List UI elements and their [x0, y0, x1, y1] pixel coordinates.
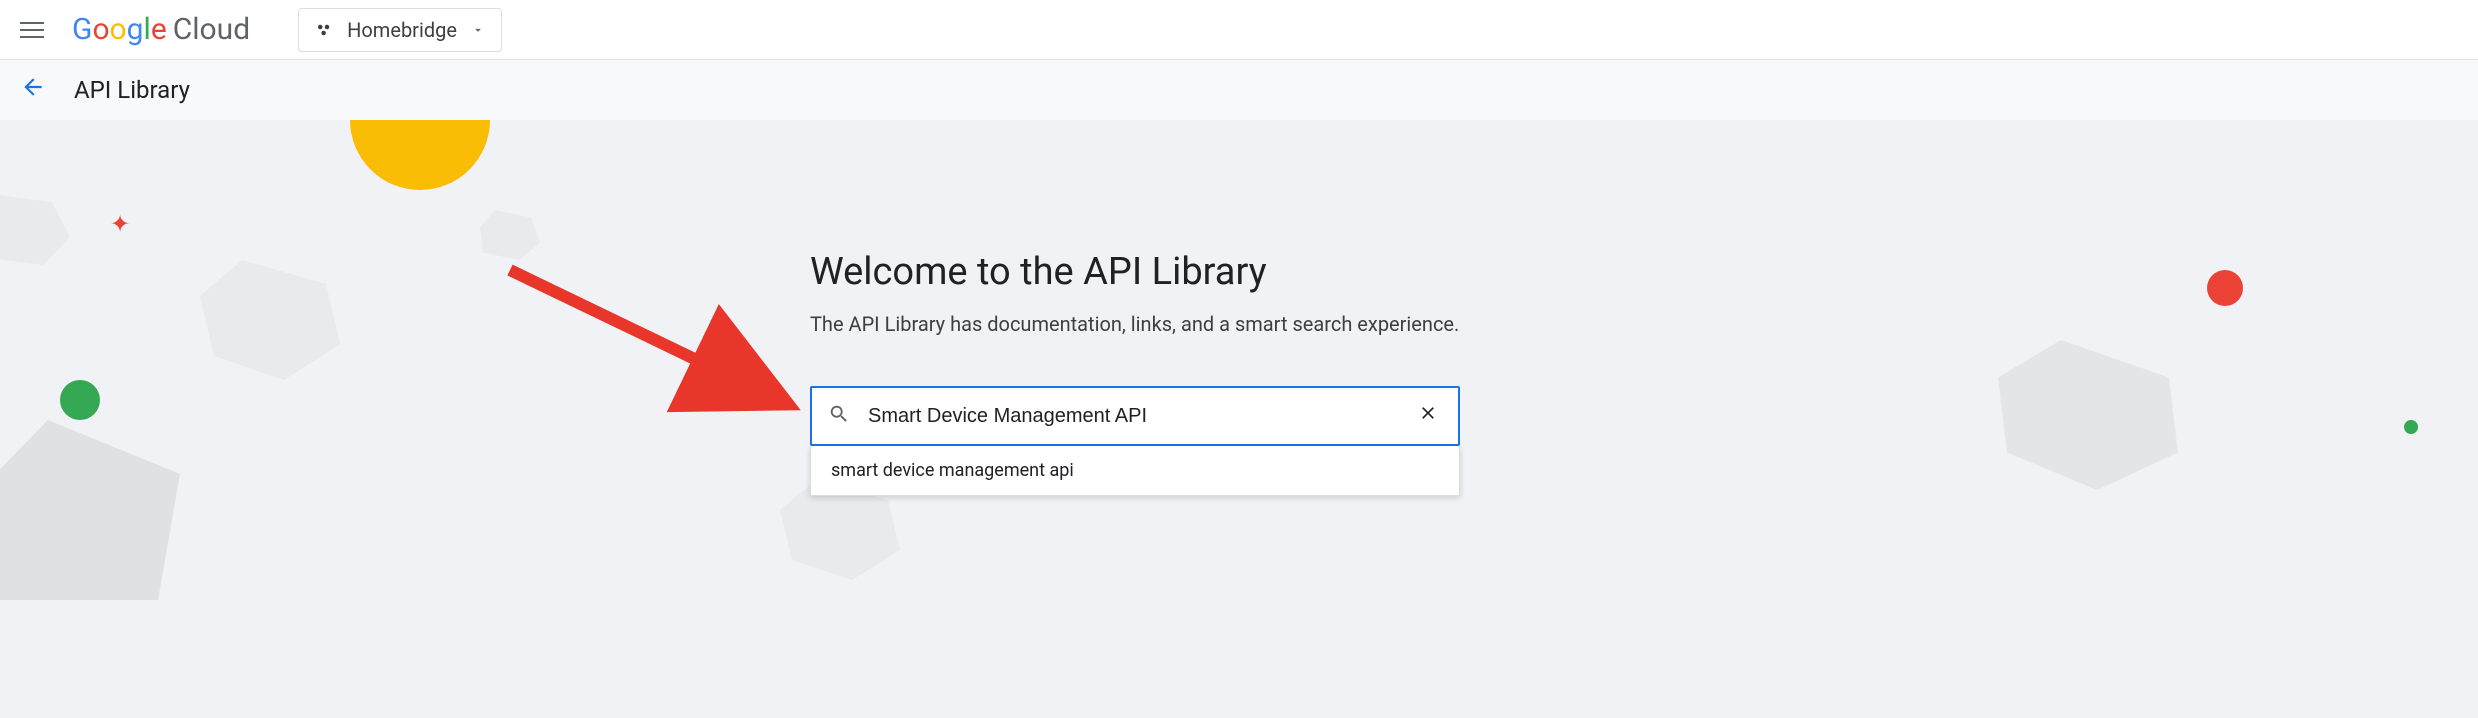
annotation-arrow — [480, 240, 820, 440]
decorative-star: ✦ — [110, 210, 130, 238]
decorative-shape — [480, 210, 540, 260]
search-container: smart device management api — [810, 386, 1460, 496]
search-box[interactable] — [810, 386, 1460, 446]
decorative-circle — [2404, 420, 2418, 434]
back-arrow-icon[interactable] — [20, 74, 46, 107]
google-cloud-logo[interactable]: GoogleCloud — [72, 12, 250, 47]
decorative-circle — [60, 380, 100, 420]
page-title: API Library — [74, 76, 190, 104]
project-selector[interactable]: Homebridge — [298, 8, 502, 52]
top-header: GoogleCloud Homebridge — [0, 0, 2478, 60]
decorative-shape — [200, 260, 340, 380]
hero-content: Welcome to the API Library The API Libra… — [810, 250, 1460, 496]
chevron-down-icon — [471, 23, 485, 37]
project-name: Homebridge — [347, 18, 457, 42]
search-suggestions: smart device management api — [810, 446, 1460, 496]
page-subheader: API Library — [0, 60, 2478, 120]
welcome-subtitle: The API Library has documentation, links… — [810, 312, 1460, 336]
decorative-shape — [1998, 340, 2178, 490]
suggestion-item[interactable]: smart device management api — [811, 446, 1459, 495]
decorative-circle — [350, 120, 490, 190]
decorative-shape — [0, 195, 70, 265]
search-input[interactable] — [868, 405, 1414, 428]
decorative-shape — [0, 420, 180, 600]
welcome-title: Welcome to the API Library — [810, 250, 1460, 294]
project-icon — [315, 21, 333, 39]
clear-search-icon[interactable] — [1414, 399, 1442, 433]
decorative-circle — [2207, 270, 2243, 306]
search-icon — [828, 403, 850, 429]
hero-section: ✦ Welcome to the API Library The API Lib… — [0, 120, 2478, 718]
hamburger-menu-icon[interactable] — [20, 18, 44, 42]
